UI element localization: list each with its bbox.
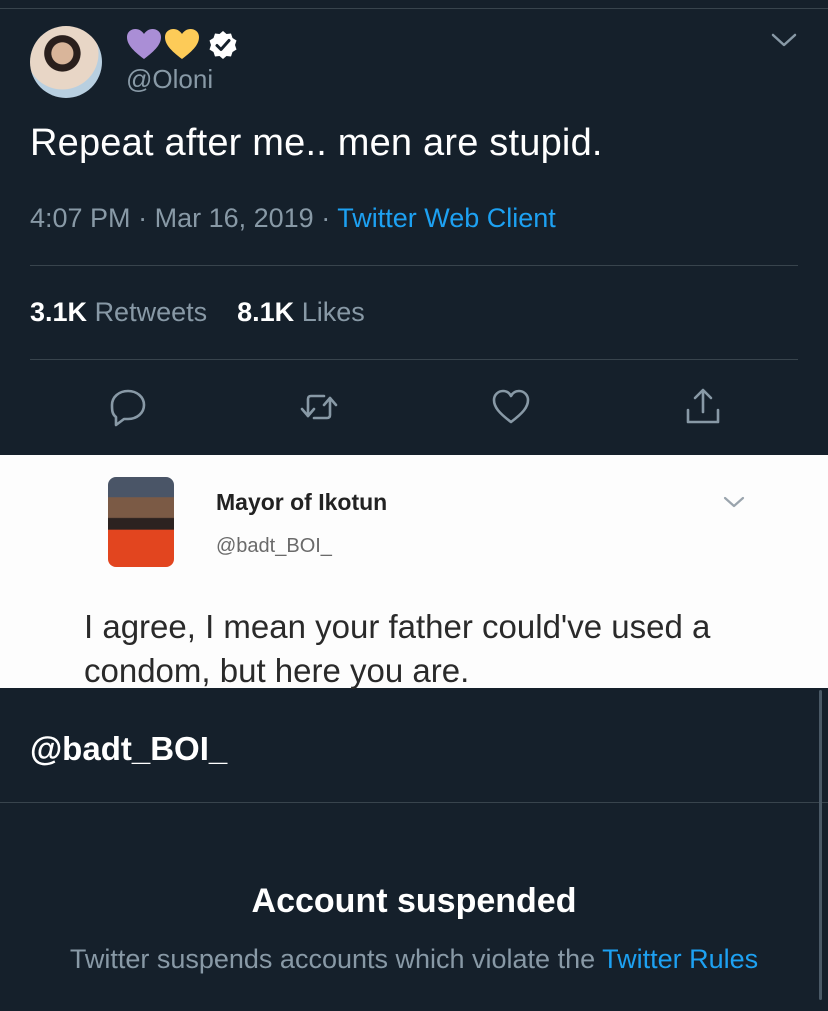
suspended-message: Twitter suspends accounts which violate … xyxy=(0,944,828,975)
avatar[interactable] xyxy=(30,26,102,98)
chevron-down-icon xyxy=(723,496,745,508)
reply-text: I agree, I mean your father could've use… xyxy=(84,608,711,689)
likes-count: 8.1K xyxy=(237,297,295,327)
display-name[interactable] xyxy=(126,28,200,60)
tweet-client-link[interactable]: Twitter Web Client xyxy=(337,203,556,233)
divider xyxy=(30,265,798,266)
tweet-date[interactable]: Mar 16, 2019 xyxy=(155,203,314,233)
suspended-message-text: Twitter suspends accounts which violate … xyxy=(69,944,596,974)
profile-handle: @badt_BOI_ xyxy=(30,730,228,767)
yellow-heart-icon xyxy=(165,29,199,59)
tweet-handle[interactable]: @Oloni xyxy=(126,64,213,95)
twitter-rules-link[interactable]: Twitter Rules xyxy=(602,944,758,974)
reply-icon[interactable] xyxy=(107,386,149,428)
retweets-label: Retweets xyxy=(94,297,208,327)
divider xyxy=(30,359,798,360)
likes-stat[interactable]: 8.1K Likes xyxy=(237,297,365,327)
tweet-stats: 3.1K Retweets 8.1K Likes xyxy=(30,297,365,328)
share-icon[interactable] xyxy=(682,386,724,428)
chevron-down-icon[interactable] xyxy=(770,32,798,48)
tweet-meta: 4:07 PM · Mar 16, 2019 · Twitter Web Cli… xyxy=(30,203,556,234)
tweet-time[interactable]: 4:07 PM xyxy=(30,203,131,233)
retweets-count: 3.1K xyxy=(30,297,88,327)
meta-separator: · xyxy=(138,203,148,233)
tweet-text: Repeat after me.. men are stupid. xyxy=(30,122,603,164)
verified-badge-icon xyxy=(209,31,237,59)
suspended-title: Account suspended xyxy=(251,882,577,920)
reply-author-name: Mayor of Ikotun xyxy=(216,489,388,515)
like-icon[interactable] xyxy=(490,386,532,428)
scrollbar[interactable] xyxy=(819,690,822,1000)
divider xyxy=(0,802,828,803)
retweets-stat[interactable]: 3.1K Retweets xyxy=(30,297,207,327)
top-divider xyxy=(0,8,828,9)
reply-author-handle: @badt_BOI_ xyxy=(216,535,332,557)
reply-screenshot: Mayor of Ikotun @badt_BOI_ I agree, I me… xyxy=(0,455,828,689)
likes-label: Likes xyxy=(301,297,365,327)
retweet-icon[interactable] xyxy=(298,386,340,428)
meta-separator: · xyxy=(321,203,331,233)
avatar xyxy=(108,477,174,567)
purple-heart-icon xyxy=(127,29,161,59)
